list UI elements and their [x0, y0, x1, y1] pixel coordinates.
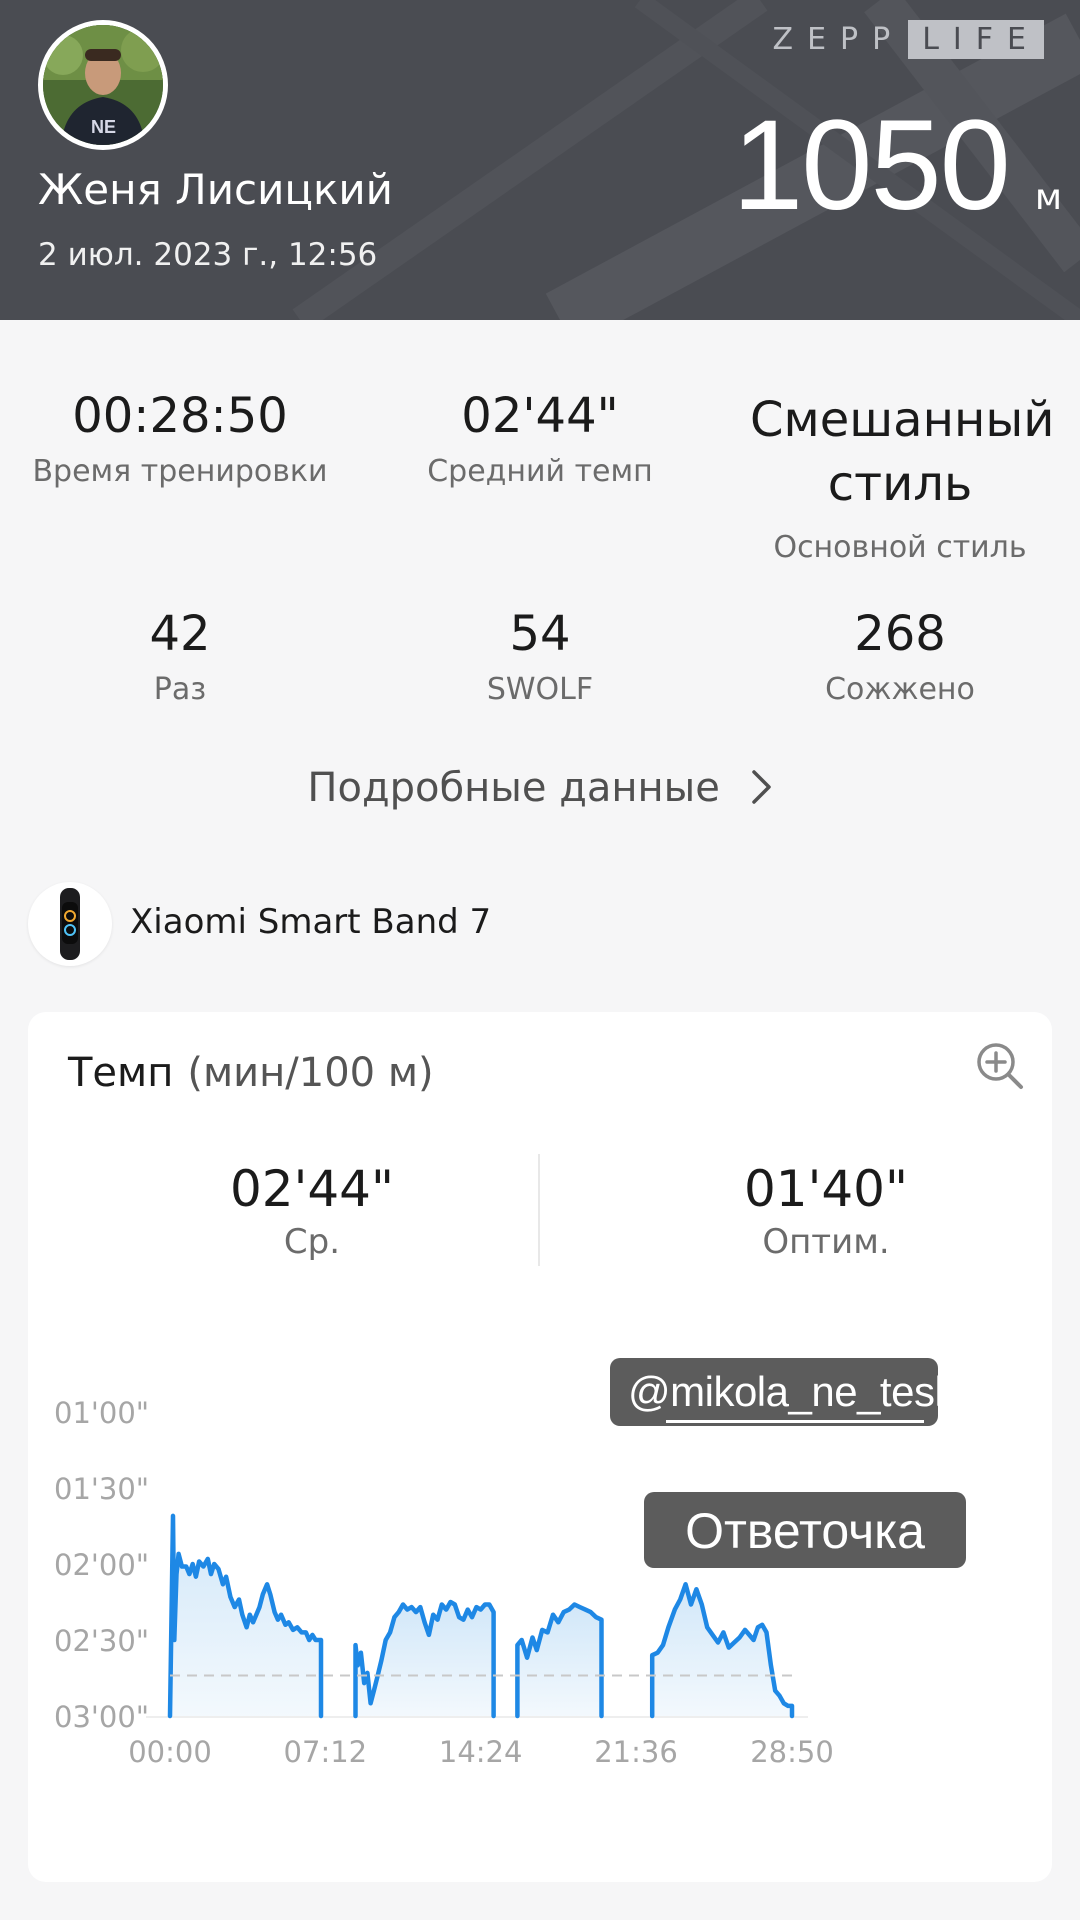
stat-workout-time: 00:28:50 Время тренировки [0, 388, 360, 489]
caption-sticker: Ответочка [644, 1492, 966, 1568]
smart-band-icon [28, 882, 112, 966]
pace-chart[interactable]: 01'00" 01'30" 02'00" 02'30" 03'00"00:00 07:12… [28, 1012, 1052, 1882]
stat-value: 02'44" [461, 388, 619, 444]
stat-label: Средний темп [427, 454, 653, 489]
pace-card: Темп (мин/100 м) 02'44" Ср. 01'40" Оптим.… [28, 1012, 1052, 1882]
workout-date: 2 июл. 2023 г., 12:56 [38, 237, 378, 273]
caption-text: Ответочка [685, 1503, 925, 1559]
chevron-right-icon [751, 765, 773, 811]
pace-area [170, 1515, 321, 1716]
stat-label: Сожжено [825, 672, 975, 707]
stat-strokes: 42 Раз [0, 606, 360, 707]
detailed-data-label: Подробные данные [307, 765, 720, 811]
user-name: Женя Лисицкий [38, 165, 393, 214]
x-tick-label: 00:00 [128, 1735, 212, 1769]
username-underline [666, 1420, 924, 1423]
stat-swolf: 54 SWOLF [360, 606, 720, 707]
detailed-data-link[interactable]: Подробные данные [0, 765, 1080, 811]
y-tick-label: 03'00" [54, 1700, 149, 1734]
brand-life: LIFE [908, 20, 1044, 59]
brand-logo: ZEPP LIFE [773, 20, 1044, 59]
stat-label: Раз [153, 672, 207, 707]
stat-label: SWOLF [486, 672, 594, 707]
brand-zepp: ZEPP [772, 22, 905, 57]
distance: 1050 м [732, 92, 1062, 239]
y-tick-label: 02'30" [54, 1624, 149, 1658]
svg-text:NE: NE [91, 117, 116, 137]
stat-value: Смешанный стиль [750, 392, 1055, 512]
avatar-photo: NE [43, 25, 163, 145]
stat-value: 00:28:50 [72, 388, 288, 444]
avatar[interactable]: NE [38, 20, 168, 150]
username-sticker: @mikola_ne_tesla [610, 1358, 967, 1426]
stat-value: 54 [509, 606, 571, 662]
y-tick-label: 02'00" [54, 1548, 149, 1582]
x-tick-label: 21:36 [594, 1735, 678, 1769]
distance-unit: м [1034, 177, 1062, 218]
x-tick-label: 07:12 [284, 1735, 368, 1769]
stat-value: 268 [854, 606, 946, 662]
x-tick-label: 28:50 [750, 1735, 834, 1769]
stat-avg-pace: 02'44" Средний темп [360, 388, 720, 489]
workout-header: NE ZEPP LIFE Женя Лисицкий 2 июл. 2023 г… [0, 0, 1080, 320]
y-tick-label: 01'00" [54, 1396, 149, 1430]
x-tick-label: 14:24 [439, 1735, 523, 1769]
username-text: @mikola_ne_tesla [628, 1368, 967, 1415]
stat-label: Время тренировки [32, 454, 328, 489]
y-tick-label: 01'30" [54, 1472, 149, 1506]
device-name[interactable]: Xiaomi Smart Band 7 [130, 902, 491, 942]
stat-label: Основной стиль [773, 530, 1027, 565]
stat-main-style: Смешанный стиль Основной стиль [720, 388, 1080, 565]
stat-calories: 268 Сожжено [720, 606, 1080, 707]
distance-value: 1050 [732, 94, 1011, 237]
stat-value: 42 [149, 606, 211, 662]
